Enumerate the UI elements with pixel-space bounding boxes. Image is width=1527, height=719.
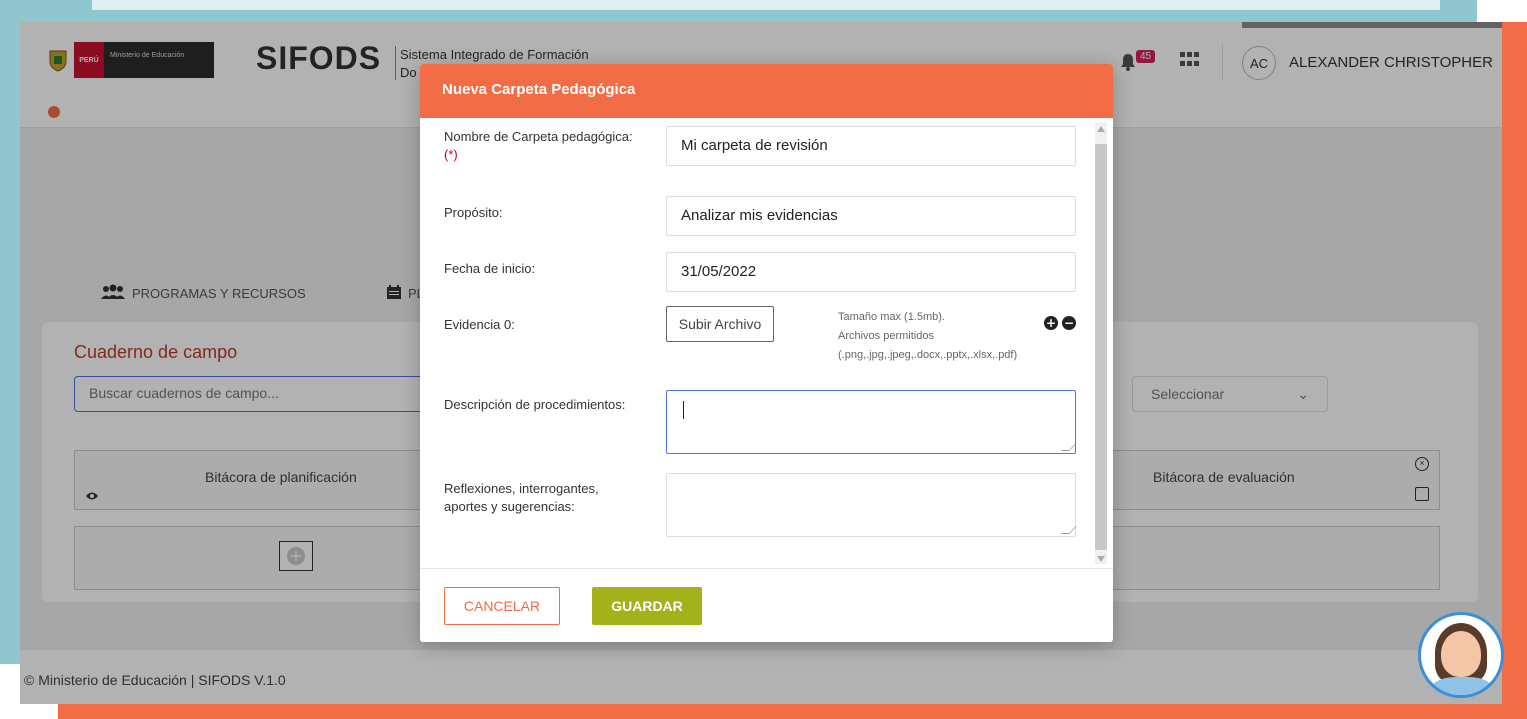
assistant-body xyxy=(1431,677,1493,695)
upload-file-button[interactable]: Subir Archivo xyxy=(666,306,774,342)
new-folder-modal: Nueva Carpeta Pedagógica Nombre de Carpe… xyxy=(420,64,1113,642)
file-hint: Tamaño max (1.5mb). Archivos permitidos … xyxy=(838,308,1068,365)
reflections-label: Reflexiones, interrogantes, aportes y su… xyxy=(444,481,599,514)
cancel-button[interactable]: CANCELAR xyxy=(444,587,560,625)
file-hint-types: (.png,.jpg,.jpeg,.docx,.pptx,.xlsx,.pdf) xyxy=(838,349,1018,361)
procedures-field[interactable] xyxy=(666,390,1077,454)
folder-name-label: Nombre de Carpeta pedagógica: (*) xyxy=(444,128,644,164)
scroll-thumb[interactable] xyxy=(1095,144,1107,550)
modal-scrollbar[interactable] xyxy=(1095,122,1107,564)
resize-handle[interactable] xyxy=(1061,443,1077,451)
modal-header: Nueva Carpeta Pedagógica xyxy=(420,64,1113,118)
required-mark: (*) xyxy=(444,147,458,162)
decorative-frame-blue-top xyxy=(92,0,1440,10)
scroll-down-arrow-icon[interactable] xyxy=(1097,556,1105,562)
folder-name-field[interactable]: Mi carpeta de revisión xyxy=(666,126,1076,166)
text-caret xyxy=(683,401,684,419)
plus-circle-icon[interactable]: + xyxy=(1044,316,1058,330)
start-date-label: Fecha de inicio: xyxy=(444,261,536,276)
save-button[interactable]: GUARDAR xyxy=(592,587,702,625)
modal-body[interactable]: Nombre de Carpeta pedagógica: (*) Mi car… xyxy=(420,118,1113,568)
modal-title: Nueva Carpeta Pedagógica xyxy=(442,81,636,98)
purpose-field[interactable]: Analizar mis evidencias xyxy=(666,196,1076,236)
folder-name-label-text: Nombre de Carpeta pedagógica: xyxy=(444,129,633,144)
modal-footer: CANCELAR GUARDAR xyxy=(420,568,1113,642)
file-hint-size: Tamaño max (1.5mb). xyxy=(838,311,945,323)
purpose-label: Propósito: xyxy=(444,205,503,220)
resize-handle[interactable] xyxy=(1061,526,1077,534)
start-date-field[interactable]: 31/05/2022 xyxy=(666,252,1076,292)
assistant-face xyxy=(1441,631,1481,677)
reflections-field[interactable] xyxy=(666,473,1077,537)
assistant-avatar[interactable] xyxy=(1418,612,1504,698)
app-window: PERÚ Ministerio de Educación SIFODS Sist… xyxy=(20,22,1502,704)
procedures-label: Descripción de procedimientos: xyxy=(444,397,626,412)
minus-circle-icon[interactable]: − xyxy=(1062,316,1076,330)
file-hint-allowed: Archivos permitidos xyxy=(838,330,934,342)
scroll-up-arrow-icon[interactable] xyxy=(1097,126,1105,132)
evidence-label: Evidencia 0: xyxy=(444,317,515,332)
